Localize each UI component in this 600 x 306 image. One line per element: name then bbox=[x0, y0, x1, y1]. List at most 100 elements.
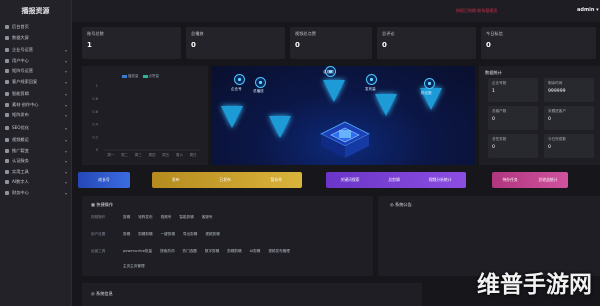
node-ring-icon bbox=[255, 77, 266, 88]
sidebar-item[interactable]: 企业号运营 ▾ bbox=[0, 45, 71, 56]
quick-bar-label[interactable]: 总收益统计 bbox=[539, 177, 558, 183]
shortcut-link[interactable]: 剪辑 bbox=[123, 215, 130, 220]
node-label: 发布量 bbox=[365, 87, 376, 91]
sidebar-item[interactable]: 视频搬运 ▾ bbox=[0, 135, 71, 146]
sidebar-item-label: 数据大屏 bbox=[12, 34, 29, 40]
sidebar-item-label: 认证服务 bbox=[12, 158, 29, 164]
sidebar-item[interactable]: 推广裂变 ▾ bbox=[0, 146, 71, 157]
sidebar-item[interactable]: 矩阵发布 ▾ bbox=[0, 110, 71, 121]
shortcut-row: 视频操作 剪辑 矩阵发布 视频号 智能剪辑 客服号 bbox=[91, 215, 213, 220]
stat-label: 今日私信 bbox=[486, 31, 503, 36]
quick-bar-label[interactable]: 待办任务 bbox=[502, 177, 517, 183]
stat-card-accounts: 账号总数 1 bbox=[82, 27, 181, 59]
sidebar-item[interactable]: 素材·创作中心 ▾ bbox=[0, 100, 71, 111]
stat-label: 总播放 bbox=[191, 31, 204, 36]
menu-icon bbox=[5, 58, 9, 63]
chevron-down-icon: ▾ bbox=[64, 58, 67, 64]
x-tick-label: 周五 bbox=[162, 152, 169, 157]
stat-card-plays: 总播放 0 bbox=[186, 27, 285, 59]
chevron-down-icon: ▾ bbox=[64, 102, 67, 108]
menu-icon bbox=[5, 190, 9, 195]
sidebar-item[interactable]: SEO优化 ▾ bbox=[0, 123, 71, 134]
sidebar-item-label: 实用工具 bbox=[12, 168, 29, 174]
sidebar-item[interactable]: 财务中心 ▾ bbox=[0, 188, 71, 199]
shortcut-link[interactable]: 视频号 bbox=[161, 215, 172, 220]
quick-bar-label[interactable]: 关键词搜索 bbox=[340, 177, 359, 183]
shortcut-link[interactable]: 主页主页管理 bbox=[123, 264, 145, 269]
stat-value: 0 bbox=[295, 41, 300, 49]
quick-bar-purple[interactable]: 关键词搜索 总剪辑 视频分析统计 bbox=[326, 172, 466, 188]
shortcut-link[interactable]: 剪辑剪辑 bbox=[227, 249, 241, 254]
shortcut-link[interactable]: powerscribe批量 bbox=[123, 249, 152, 254]
x-tick-label: 周一 bbox=[107, 152, 114, 157]
chevron-down-icon: ▾ bbox=[64, 148, 67, 154]
node-ring-icon bbox=[234, 74, 245, 85]
sidebar-item[interactable]: 实用工具 ▾ bbox=[0, 167, 71, 178]
site-watermark: 维普手游网 bbox=[477, 272, 592, 298]
shortcut-link[interactable]: AI剪辑 bbox=[250, 249, 261, 254]
shortcut-link[interactable]: 视频发布管理 bbox=[268, 249, 290, 254]
mini-stat: 剩余时间 999999 bbox=[544, 78, 594, 102]
sidebar-item[interactable]: 客户线索回复 ▾ bbox=[0, 77, 71, 88]
stat-value: 0 bbox=[382, 41, 387, 49]
quick-bar-label[interactable]: 总剪辑 bbox=[388, 177, 399, 183]
shortcut-link[interactable]: 一键剪辑 bbox=[161, 232, 175, 237]
x-tick-label: 周六 bbox=[176, 152, 183, 157]
shortcut-link[interactable]: 热门选题 bbox=[183, 249, 197, 254]
shortcut-link[interactable]: 数字剪辑 bbox=[205, 249, 219, 254]
user-menu[interactable]: admin ▾ bbox=[577, 7, 599, 13]
shortcut-link[interactable]: 剪辑剪辑 bbox=[138, 232, 152, 237]
shortcut-link[interactable]: 剪辑 bbox=[123, 232, 130, 237]
quick-bar-label[interactable]: 发布 bbox=[172, 177, 180, 183]
shortcut-row: 主页主页管理 bbox=[91, 264, 145, 269]
y-tick-label: 0.8 bbox=[92, 97, 98, 101]
license-warning[interactable]: 授权已到期 联系管理员 bbox=[456, 8, 497, 14]
quick-bar-label[interactable]: 视频分析统计 bbox=[429, 177, 452, 183]
sidebar-item[interactable]: 认证服务 ▾ bbox=[0, 156, 71, 167]
sidebar-item[interactable]: 矩阵号运营 ▾ bbox=[0, 66, 71, 77]
shortcut-link[interactable]: 矩阵发布 bbox=[138, 215, 152, 220]
node-label: 企业号 bbox=[231, 87, 242, 91]
chevron-down-icon: ▾ bbox=[64, 169, 67, 175]
menu-icon bbox=[5, 159, 9, 164]
y-tick-label: 1 bbox=[96, 84, 98, 88]
shortcut-link[interactable]: 搜索热词 bbox=[160, 249, 174, 254]
stat-card-messages: 今日私信 0 bbox=[481, 27, 596, 59]
sidebar-item[interactable]: 数据大屏 bbox=[0, 33, 71, 44]
quick-bar-gold[interactable]: 发布 已发布 暂存作 bbox=[152, 172, 302, 188]
panel-title: ◎ 系统信息 bbox=[91, 291, 113, 296]
quick-bar-label[interactable]: 成长号 bbox=[98, 177, 109, 183]
node-label: 粉丝数 bbox=[421, 91, 432, 95]
sidebar-item-label: AI数字人 bbox=[12, 179, 29, 185]
shortcut-category: 视频操作 bbox=[91, 215, 106, 219]
pyramid-icon bbox=[269, 116, 291, 138]
mini-stat: 未跟进客户 0 bbox=[544, 106, 594, 130]
menu-icon bbox=[5, 125, 9, 130]
chevron-down-icon: ▾ bbox=[64, 92, 67, 97]
shortcut-link[interactable]: 客服号 bbox=[202, 215, 213, 220]
sidebar-item[interactable]: AI数字人 ▾ bbox=[0, 177, 71, 188]
y-tick-label: 0.2 bbox=[92, 135, 98, 139]
chevron-down-icon: ▾ bbox=[64, 180, 67, 185]
stat-label: 账号总数 bbox=[87, 31, 104, 36]
pyramid-icon bbox=[323, 80, 345, 102]
shortcut-link[interactable]: 智能剪辑 bbox=[179, 215, 193, 220]
shortcut-panel: ▦ 快捷操作 视频操作 剪辑 矩阵发布 视频号 智能剪辑 客服号 用户设置 剪辑 剪辑剪辑 一键剪… bbox=[82, 196, 373, 276]
shortcut-link[interactable]: 视频剪辑 bbox=[205, 232, 219, 237]
stat-value: 0 bbox=[191, 41, 196, 49]
mini-stat: 企业号数 1 bbox=[488, 78, 538, 102]
y-tick-label: 0.6 bbox=[92, 110, 98, 114]
chevron-down-icon: ▾ bbox=[64, 113, 67, 118]
sidebar-item[interactable]: 智能剪辑 ▾ bbox=[0, 89, 71, 100]
pyramid-icon bbox=[375, 94, 397, 116]
sidebar-item[interactable]: 后台首页 bbox=[0, 22, 71, 33]
shortcut-link[interactable]: 导出剪辑 bbox=[183, 232, 197, 237]
quick-bar-blue[interactable]: 成长号 bbox=[78, 172, 130, 188]
quick-bar-label[interactable]: 暂存作 bbox=[271, 177, 282, 183]
quick-bar-pink[interactable]: 待办任务 总收益统计 bbox=[492, 172, 568, 188]
node-ring-icon bbox=[366, 74, 377, 85]
menu-icon bbox=[5, 79, 9, 84]
sidebar-item-label: 后台首页 bbox=[12, 24, 29, 30]
sidebar-item[interactable]: 用户中心 ▾ bbox=[0, 56, 71, 67]
quick-bar-label[interactable]: 已发布 bbox=[219, 177, 230, 183]
